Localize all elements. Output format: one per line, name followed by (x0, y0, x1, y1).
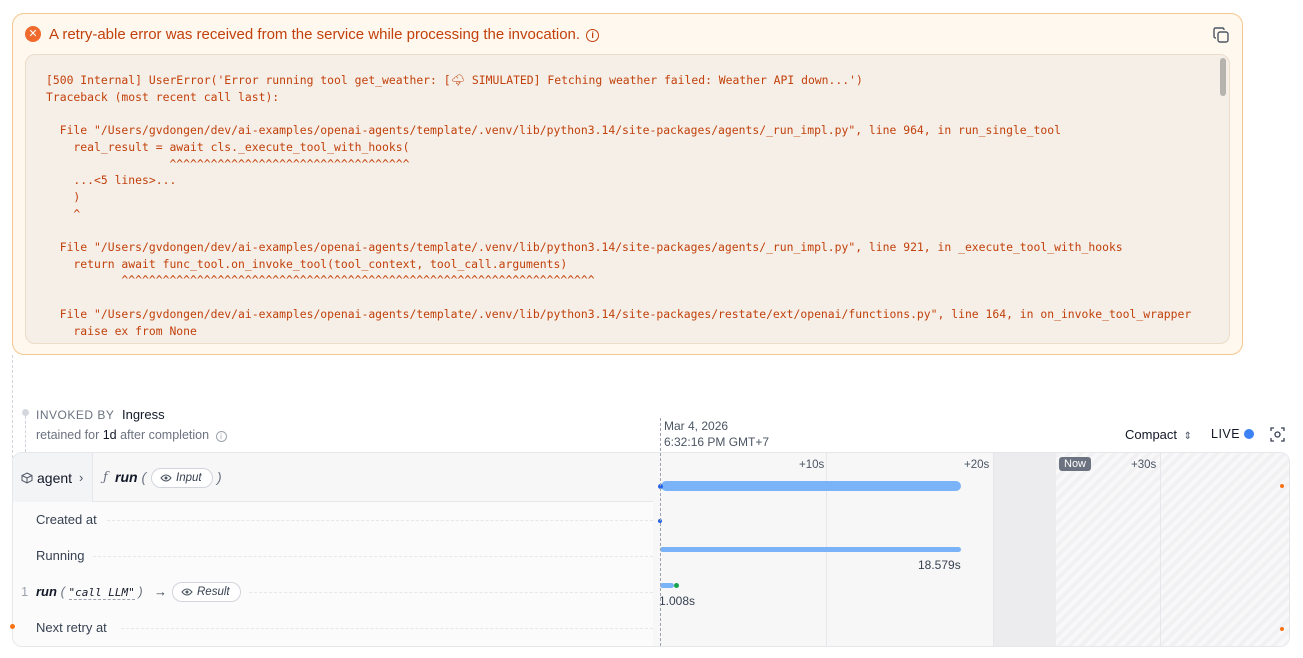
run-step-bar[interactable] (660, 583, 674, 588)
future-region (1056, 453, 1289, 646)
timeline-chart: +10s +20s +30s Now 18.579s 1.008s (653, 453, 1289, 646)
retained-value: 1d (102, 428, 117, 442)
arrow-right-icon: → (154, 584, 167, 599)
cube-icon (21, 472, 33, 484)
timestamp-time: 6:32:16 PM GMT+7 (664, 435, 770, 449)
run-step-call[interactable]: run ( "call LLM" ) (36, 584, 143, 600)
paren-close: ) (138, 584, 143, 599)
retry-marker (1280, 627, 1284, 631)
grid-line (1160, 453, 1161, 646)
success-dot (674, 583, 679, 588)
row-guide (121, 628, 653, 629)
eye-icon (181, 588, 193, 596)
row-labels-pane: agent › ƒ run ( Input ) Created at Runni… (13, 453, 653, 646)
input-label: Input (176, 472, 202, 484)
copy-icon[interactable] (1212, 26, 1230, 44)
retry-marker (1280, 484, 1284, 488)
invoked-by: INVOKED BY Ingress (36, 407, 165, 422)
stack-trace: [500 Internal] UserError('Error running … (46, 73, 1192, 338)
result-label: Result (197, 586, 230, 598)
now-marker: Now (1059, 457, 1092, 471)
tick-label: +10s (799, 459, 825, 471)
info-icon[interactable]: i (586, 29, 600, 42)
chevron-updown-icon: ⇕ (1183, 431, 1193, 442)
live-label: LIVE (1211, 427, 1241, 441)
timestamp-date: Mar 4, 2026 (664, 419, 729, 433)
result-pill[interactable]: Result (172, 582, 241, 602)
running-duration: 18.579s (918, 558, 961, 572)
error-title-text: A retry-able error was received from the… (49, 26, 581, 43)
error-card: ✕ A retry-able error was received from t… (12, 13, 1243, 355)
retry-rail-dot (10, 624, 15, 629)
focus-icon[interactable] (1270, 427, 1285, 442)
compact-label: Compact (1125, 427, 1178, 442)
invocation-header-row: agent › ƒ run ( Input ) (13, 453, 653, 502)
elapsed-shade (993, 453, 1056, 646)
error-icon: ✕ (25, 26, 41, 42)
chevron-right-icon: › (79, 470, 84, 485)
eye-icon (160, 474, 172, 482)
compact-toggle[interactable]: Compact ⇕ (1125, 427, 1192, 442)
running-bar[interactable] (660, 547, 961, 552)
created-at-label: Created at (36, 512, 97, 527)
service-name: agent (37, 470, 73, 486)
tick-label: +30s (1131, 459, 1157, 471)
function-icon: ƒ (103, 470, 108, 485)
invocation-bar[interactable] (661, 481, 961, 491)
live-toggle[interactable]: LIVE (1211, 427, 1255, 441)
stack-trace-box[interactable]: [500 Internal] UserError('Error running … (25, 54, 1230, 344)
row-guide (107, 520, 653, 521)
input-pill[interactable]: Input (151, 468, 213, 488)
function-name: run ( (115, 469, 146, 485)
run-step-name: run (36, 584, 57, 599)
paren-open: ( (141, 469, 147, 485)
retained-suffix: after completion (120, 428, 210, 442)
row-guide (249, 592, 653, 593)
paren-close: ) (217, 469, 222, 485)
invoked-by-value[interactable]: Ingress (122, 407, 165, 422)
scrollbar[interactable] (1220, 58, 1226, 96)
retention-info: retained for 1d after completion i (36, 428, 227, 442)
info-icon[interactable]: i (215, 431, 227, 442)
run-step-arg: "call LLM" (68, 586, 135, 600)
rail-dot (22, 409, 29, 416)
error-title: A retry-able error was received from the… (49, 26, 600, 44)
step-index: 1 (21, 584, 29, 599)
live-dot (1244, 429, 1255, 439)
handler-name: run (115, 469, 138, 485)
running-label: Running (36, 548, 85, 563)
retained-prefix: retained for (36, 428, 100, 442)
grid-line (993, 453, 994, 646)
rail-line-short (25, 416, 26, 452)
timeline-start-line (660, 418, 661, 646)
row-guide (93, 556, 653, 557)
paren-open: ( (60, 584, 65, 599)
tick-label: +20s (964, 459, 990, 471)
next-retry-label: Next retry at (36, 620, 107, 635)
timeline-start-timestamp: Mar 4, 2026 6:32:16 PM GMT+7 (664, 418, 769, 450)
run-duration: 1.008s (659, 594, 696, 608)
service-chip[interactable]: agent › (13, 453, 93, 502)
invoked-by-label: INVOKED BY (36, 408, 115, 422)
timeline-panel: +10s +20s +30s Now 18.579s 1.008s agent … (12, 452, 1290, 647)
